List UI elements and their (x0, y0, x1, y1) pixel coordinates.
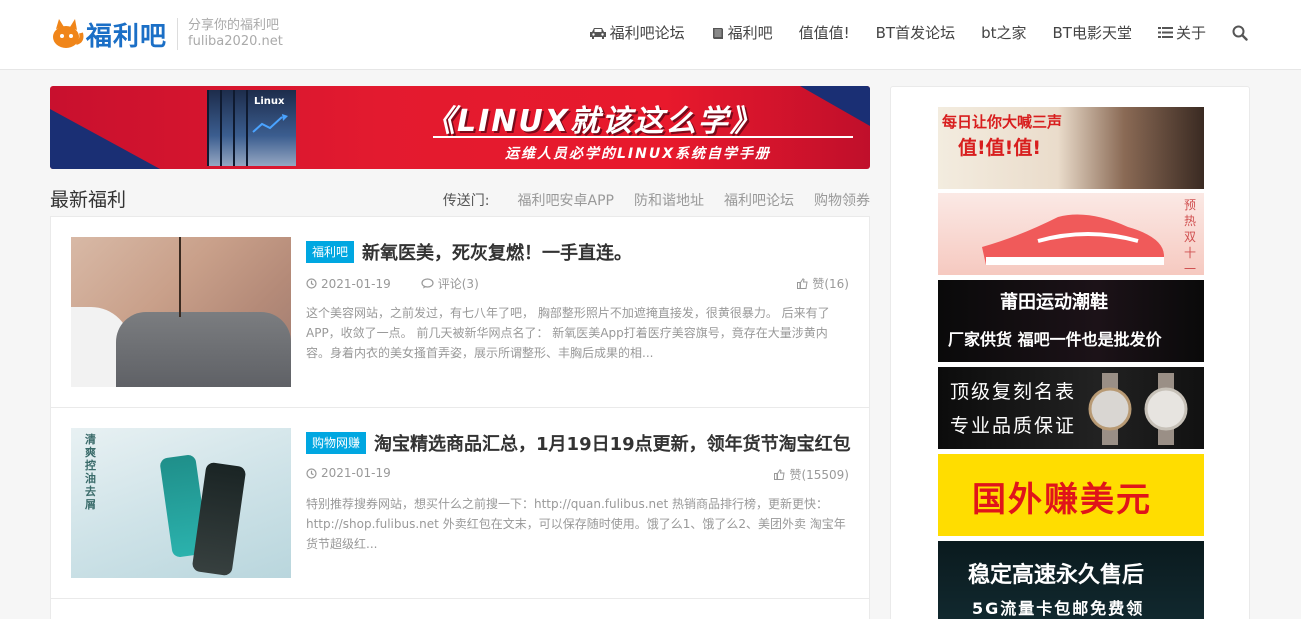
sidebar-ad-watches[interactable]: 顶级复刻名表 专业品质保证 (938, 367, 1204, 449)
post-thumbnail[interactable]: 清爽控油去屑 (71, 428, 291, 578)
nav-label: BT电影天堂 (1052, 24, 1132, 42)
post-item: 福利吧 新氧医美，死灰复燃！一手直连。 2021-01-19 评论(3) 赞(1… (51, 217, 869, 408)
sidebar-ad-zhizhizhi[interactable]: 每日让你大喊三声 值!值!值! (938, 107, 1204, 189)
logo-tagline-block: 分享你的福利吧 fuliba2020.net (188, 18, 283, 50)
site-header: 福利吧 分享你的福利吧 fuliba2020.net 福利吧论坛 福利吧 值值值… (0, 0, 1301, 70)
post-thumbnail[interactable] (71, 237, 291, 387)
ad-line2: 厂家供货 福吧一件也是批发价 (948, 330, 1162, 349)
banner-decoration (800, 86, 870, 126)
nav-label: 值值值! (798, 24, 850, 42)
category-badge[interactable]: 福利吧 (306, 241, 355, 263)
logo-domain: fuliba2020.net (188, 34, 283, 49)
linux-book-banner[interactable]: Linux 《LINUX就该这么学》 运维人员必学的LINUX系统自学手册 (50, 86, 870, 169)
fox-logo-icon (50, 17, 84, 51)
post-date: 2021-01-19 (306, 277, 391, 291)
portal-link-coupons[interactable]: 购物领券 (814, 190, 870, 210)
ad-line2: 值!值!值! (958, 137, 1041, 159)
like-count: 赞(15509) (789, 468, 849, 482)
nav-item-zhizhizhi[interactable]: 值值值! (799, 22, 850, 43)
thumbnail-shape (116, 312, 291, 387)
list-icon (1157, 27, 1173, 38)
post-meta: 2021-01-19 (306, 466, 391, 480)
portal-label: 传送门: (442, 193, 490, 209)
banner-decoration (50, 109, 160, 169)
like-button[interactable]: 赞(16) (797, 275, 849, 292)
banner-divider (433, 136, 853, 138)
nav-label: BT首发论坛 (875, 24, 956, 42)
like-button[interactable]: 赞(15509) (774, 466, 849, 483)
rising-arrow-icon (252, 114, 288, 133)
watch-image (1088, 373, 1188, 445)
thumbs-up-icon (774, 469, 786, 480)
nav-label: 福利吧论坛 (609, 24, 685, 42)
thumbnail-shape (191, 461, 247, 577)
sidebar-ad-5g-card[interactable]: 稳定高速永久售后 5G流量卡包邮免费领 (938, 541, 1204, 619)
portal-link-forum[interactable]: 福利吧论坛 (724, 190, 794, 210)
logo-tagline: 分享你的福利吧 (188, 18, 280, 33)
thumbnail-text: 清爽控油去屑 (85, 433, 96, 511)
book-label: Linux (254, 96, 285, 107)
search-icon (1232, 25, 1248, 41)
ad-line1: 国外赚美元 (972, 480, 1152, 520)
thumbnail-shape (179, 237, 181, 317)
post-excerpt: 特别推荐搜券网站，想买什么之前搜一下：http://quan.fulibus.n… (306, 497, 846, 551)
ad-line1: 预热双十一 (1184, 198, 1197, 275)
site-logo[interactable]: 福利吧 分享你的福利吧 fuliba2020.net (50, 14, 283, 54)
post-comments[interactable]: 评论(3) (421, 275, 479, 292)
logo-divider (177, 18, 179, 50)
category-badge[interactable]: 购物网赚 (306, 432, 367, 454)
sidebar: 每日让你大喊三声 值!值!值! 预热双十一 莆田运动潮鞋 厂家供货 福吧一件也是… (890, 86, 1250, 619)
ad-line2: 5G流量卡包邮免费领 (972, 599, 1145, 618)
nav-item-fuliba[interactable]: 福利吧 (711, 22, 773, 43)
post-title[interactable]: 淘宝精选商品汇总，1月19日19点更新，领年货节淘宝红包 (374, 430, 851, 456)
sidebar-ad-earn-usd[interactable]: 国外赚美元 (938, 454, 1204, 536)
nav-item-bt-home[interactable]: bt之家 (981, 22, 1026, 43)
sneaker-image (982, 214, 1164, 265)
post-list: 福利吧 新氧医美，死灰复燃！一手直连。 2021-01-19 评论(3) 赞(1… (50, 216, 870, 619)
ad-line1: 莆田运动潮鞋 (1000, 292, 1108, 313)
logo-name: 福利吧 (86, 21, 168, 52)
thumbs-up-icon (797, 278, 808, 289)
post-date-text: 2021-01-19 (321, 276, 391, 291)
book-image: Linux (246, 90, 296, 166)
post-excerpt: 这个美容网站，之前发过，有七八年了吧， 胸部整形照片不加遮掩直接发，很黄很暴力。… (306, 306, 830, 360)
ad-line2: 专业品质保证 (950, 415, 1077, 437)
portal-link-android-app[interactable]: 福利吧安卓APP (518, 190, 614, 210)
clock-icon (306, 467, 317, 479)
section-header: 最新福利 传送门: 福利吧安卓APP 防和谐地址 福利吧论坛 购物领券 (50, 182, 870, 216)
post-comments-text: 评论(3) (437, 277, 479, 291)
nav-label: 关于 (1175, 24, 1206, 42)
nav-item-forum[interactable]: 福利吧论坛 (589, 22, 685, 43)
portal-link-mirror[interactable]: 防和谐地址 (634, 190, 704, 210)
clock-icon (306, 278, 317, 289)
main-nav: 福利吧论坛 福利吧 值值值! BT首发论坛 bt之家 BT电影天堂 关于 (563, 22, 1251, 43)
ad-line1: 稳定高速永久售后 (968, 563, 1145, 588)
nav-item-about[interactable]: 关于 (1157, 22, 1206, 43)
post-meta: 2021-01-19 评论(3) (306, 275, 479, 292)
ad-line1: 每日让你大喊三声 (942, 113, 1063, 131)
nav-label: bt之家 (981, 24, 1027, 42)
nav-item-bt-movie[interactable]: BT电影天堂 (1053, 22, 1132, 43)
banner-subtitle: 运维人员必学的LINUX系统自学手册 (505, 146, 772, 162)
post-date: 2021-01-19 (306, 466, 391, 480)
ad-line1: 顶级复刻名表 (950, 381, 1077, 403)
sidebar-ad-putian-shoes[interactable]: 莆田运动潮鞋 厂家供货 福吧一件也是批发价 (938, 280, 1204, 362)
banner-title: 《LINUX就该这么学》 (425, 104, 762, 139)
post-item: 清爽控油去屑 购物网赚 淘宝精选商品汇总，1月19日19点更新，领年货节淘宝红包… (51, 408, 869, 599)
like-count: 赞(16) (812, 277, 849, 291)
book-icon (712, 27, 723, 39)
post-title[interactable]: 新氧医美，死灰复燃！一手直连。 (362, 239, 632, 265)
search-button[interactable] (1232, 25, 1251, 41)
section-title: 最新福利 (50, 189, 127, 211)
post-title-row: 购物网赚 淘宝精选商品汇总，1月19日19点更新，领年货节淘宝红包 (306, 430, 851, 456)
portal-links: 传送门: 福利吧安卓APP 防和谐地址 福利吧论坛 购物领券 (443, 190, 870, 210)
nav-item-bt-forum[interactable]: BT首发论坛 (876, 22, 955, 43)
post-title-row: 福利吧 新氧医美，死灰复燃！一手直连。 (306, 239, 632, 265)
comment-icon (421, 278, 434, 289)
car-icon (589, 27, 606, 39)
nav-label: 福利吧 (727, 24, 773, 42)
post-date-text: 2021-01-19 (321, 466, 391, 480)
sidebar-ad-sneakers[interactable]: 预热双十一 (938, 193, 1204, 275)
